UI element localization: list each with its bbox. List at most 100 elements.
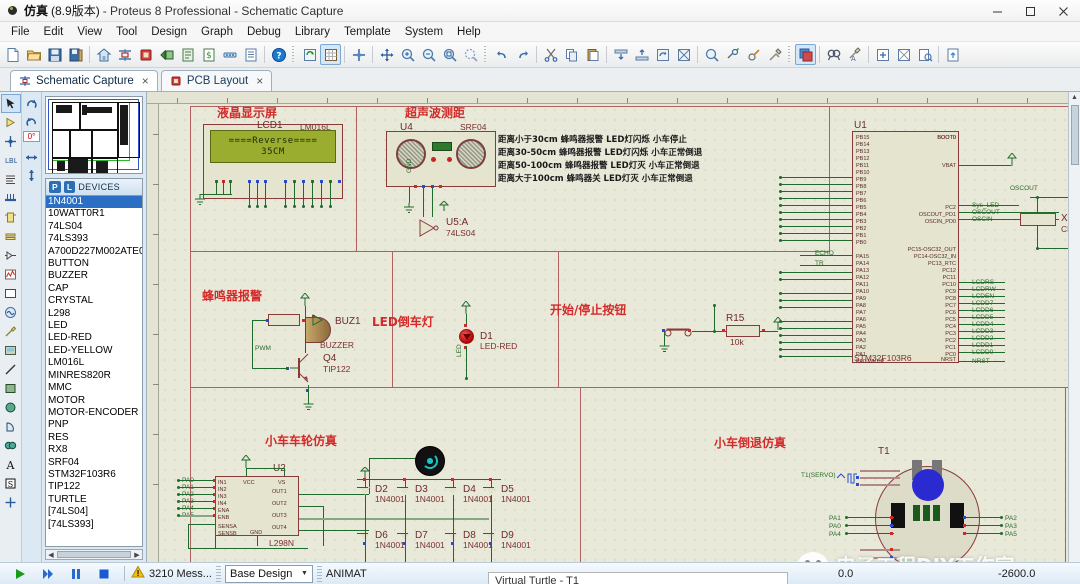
text-tool-icon[interactable]: A bbox=[1, 455, 21, 474]
save-icon[interactable] bbox=[44, 44, 65, 65]
tab-close-icon[interactable]: × bbox=[142, 74, 149, 88]
list-item[interactable]: TIP122 bbox=[46, 481, 142, 493]
inverter-gate[interactable] bbox=[412, 217, 444, 242]
menu-debug[interactable]: Debug bbox=[240, 24, 288, 40]
devices-list-hscrollbar[interactable]: ◀ ▶ bbox=[45, 549, 143, 560]
menu-graph[interactable]: Graph bbox=[194, 24, 240, 40]
scroll-thumb[interactable] bbox=[57, 551, 131, 558]
design-selector[interactable]: Base Design ▼ bbox=[224, 564, 313, 583]
toolbar-grip[interactable] bbox=[291, 45, 297, 64]
toolbar-grip[interactable] bbox=[483, 45, 489, 64]
text-script-mode-icon[interactable] bbox=[1, 170, 21, 189]
rotate-counterclockwise-icon[interactable] bbox=[23, 113, 41, 131]
mirror-horizontal-icon[interactable] bbox=[23, 148, 41, 166]
list-item[interactable]: LED-YELLOW bbox=[46, 345, 142, 357]
packaging-tool-icon[interactable] bbox=[743, 44, 764, 65]
led-indicator[interactable] bbox=[459, 329, 474, 344]
list-item[interactable]: MMC bbox=[46, 382, 142, 394]
motor-component[interactable] bbox=[415, 446, 445, 476]
schematic-capture-icon[interactable] bbox=[114, 44, 135, 65]
schematic-sheet[interactable]: 液晶显示屏 超声波测距 蜂鸣器报警 LED倒车灯 开始/停止按钮 小车车轮仿真 … bbox=[160, 105, 1068, 562]
selection-mode-icon[interactable] bbox=[0, 94, 21, 113]
status-grip[interactable] bbox=[316, 565, 322, 582]
zoom-in-icon[interactable] bbox=[397, 44, 418, 65]
netlist-icon[interactable] bbox=[795, 44, 816, 65]
stop-button[interactable] bbox=[90, 564, 118, 584]
menu-help[interactable]: Help bbox=[450, 24, 488, 40]
bill-of-materials-icon[interactable] bbox=[177, 44, 198, 65]
list-item[interactable]: RES bbox=[46, 432, 142, 444]
list-item[interactable]: MOTOR bbox=[46, 395, 142, 407]
junction-dot-mode-icon[interactable] bbox=[1, 132, 21, 151]
list-item[interactable]: TURTLE bbox=[46, 494, 142, 506]
virtual-instruments-mode-icon[interactable] bbox=[1, 341, 21, 360]
new-sheet-icon[interactable] bbox=[872, 44, 893, 65]
box-tool-icon[interactable] bbox=[1, 379, 21, 398]
message-count[interactable]: 3210 Mess... bbox=[149, 568, 212, 580]
pan-icon[interactable] bbox=[376, 44, 397, 65]
save-as-icon[interactable] bbox=[65, 44, 86, 65]
property-assign-icon[interactable]: A bbox=[844, 44, 865, 65]
pwm-terminal[interactable] bbox=[312, 314, 328, 329]
diode-symbol[interactable] bbox=[400, 487, 410, 495]
import-icon[interactable]: $ bbox=[198, 44, 219, 65]
list-item[interactable]: PNP bbox=[46, 419, 142, 431]
diode-symbol[interactable] bbox=[486, 487, 496, 495]
rotate-clockwise-icon[interactable] bbox=[23, 95, 41, 113]
schematic-canvas[interactable]: 液晶显示屏 超声波测距 蜂鸣器报警 LED倒车灯 开始/停止按钮 小车车轮仿真 … bbox=[147, 92, 1068, 562]
block-rotate-icon[interactable] bbox=[652, 44, 673, 65]
bus-mode-icon[interactable] bbox=[1, 189, 21, 208]
generator-mode-icon[interactable] bbox=[1, 303, 21, 322]
list-item[interactable]: LED bbox=[46, 320, 142, 332]
list-item[interactable]: MOTOR-ENCODER bbox=[46, 407, 142, 419]
symbol-tool-icon[interactable]: S bbox=[1, 474, 21, 493]
transistor-q4[interactable] bbox=[288, 351, 322, 388]
zoom-out-icon[interactable] bbox=[418, 44, 439, 65]
play-button[interactable] bbox=[6, 564, 34, 584]
menu-library[interactable]: Library bbox=[288, 24, 337, 40]
list-item[interactable]: CRYSTAL bbox=[46, 295, 142, 307]
status-grip[interactable] bbox=[215, 565, 221, 582]
circle-tool-icon[interactable] bbox=[1, 398, 21, 417]
diode-symbol[interactable] bbox=[360, 487, 370, 495]
scroll-left-icon[interactable]: ◀ bbox=[46, 551, 56, 559]
redo-icon[interactable] bbox=[512, 44, 533, 65]
pause-button[interactable] bbox=[62, 564, 90, 584]
list-item[interactable]: [74LS393] bbox=[46, 519, 142, 531]
maximize-button[interactable] bbox=[1014, 0, 1047, 22]
list-item[interactable]: RX8 bbox=[46, 444, 142, 456]
canvas-vertical-scrollbar[interactable]: ▲ bbox=[1068, 92, 1080, 562]
block-copy-icon[interactable] bbox=[610, 44, 631, 65]
tab-schematic-capture[interactable]: Schematic Capture × bbox=[10, 70, 158, 91]
cut-icon[interactable] bbox=[540, 44, 561, 65]
toggle-grid-icon[interactable] bbox=[320, 44, 341, 65]
arc-tool-icon[interactable] bbox=[1, 417, 21, 436]
step-button[interactable] bbox=[34, 564, 62, 584]
device-pins-mode-icon[interactable] bbox=[1, 246, 21, 265]
export-icon[interactable] bbox=[219, 44, 240, 65]
path-tool-icon[interactable] bbox=[1, 436, 21, 455]
tape-recorder-mode-icon[interactable] bbox=[1, 284, 21, 303]
open-folder-icon[interactable] bbox=[23, 44, 44, 65]
crystal-body[interactable] bbox=[1020, 213, 1056, 226]
pcb-layout-icon[interactable] bbox=[135, 44, 156, 65]
list-item[interactable]: BUZZER bbox=[46, 270, 142, 282]
pick-device-icon[interactable] bbox=[701, 44, 722, 65]
menu-system[interactable]: System bbox=[398, 24, 450, 40]
remove-sheet-icon[interactable] bbox=[893, 44, 914, 65]
origin-icon[interactable] bbox=[348, 44, 369, 65]
search-icon[interactable] bbox=[823, 44, 844, 65]
list-item[interactable]: LM016L bbox=[46, 357, 142, 369]
zoom-all-icon[interactable] bbox=[439, 44, 460, 65]
pwm-resistor-body[interactable] bbox=[268, 314, 300, 326]
list-item[interactable]: 10WATT0R1 bbox=[46, 208, 142, 220]
menu-file[interactable]: File bbox=[4, 24, 37, 40]
list-item[interactable]: STM32F103R6 bbox=[46, 469, 142, 481]
list-item[interactable]: BUTTON bbox=[46, 258, 142, 270]
block-delete-icon[interactable] bbox=[673, 44, 694, 65]
undo-icon[interactable] bbox=[491, 44, 512, 65]
wire-label-mode-icon[interactable]: LBL bbox=[1, 151, 21, 170]
decompose-icon[interactable] bbox=[764, 44, 785, 65]
marker-tool-icon[interactable] bbox=[1, 493, 21, 512]
component-mode-icon[interactable] bbox=[1, 113, 21, 132]
